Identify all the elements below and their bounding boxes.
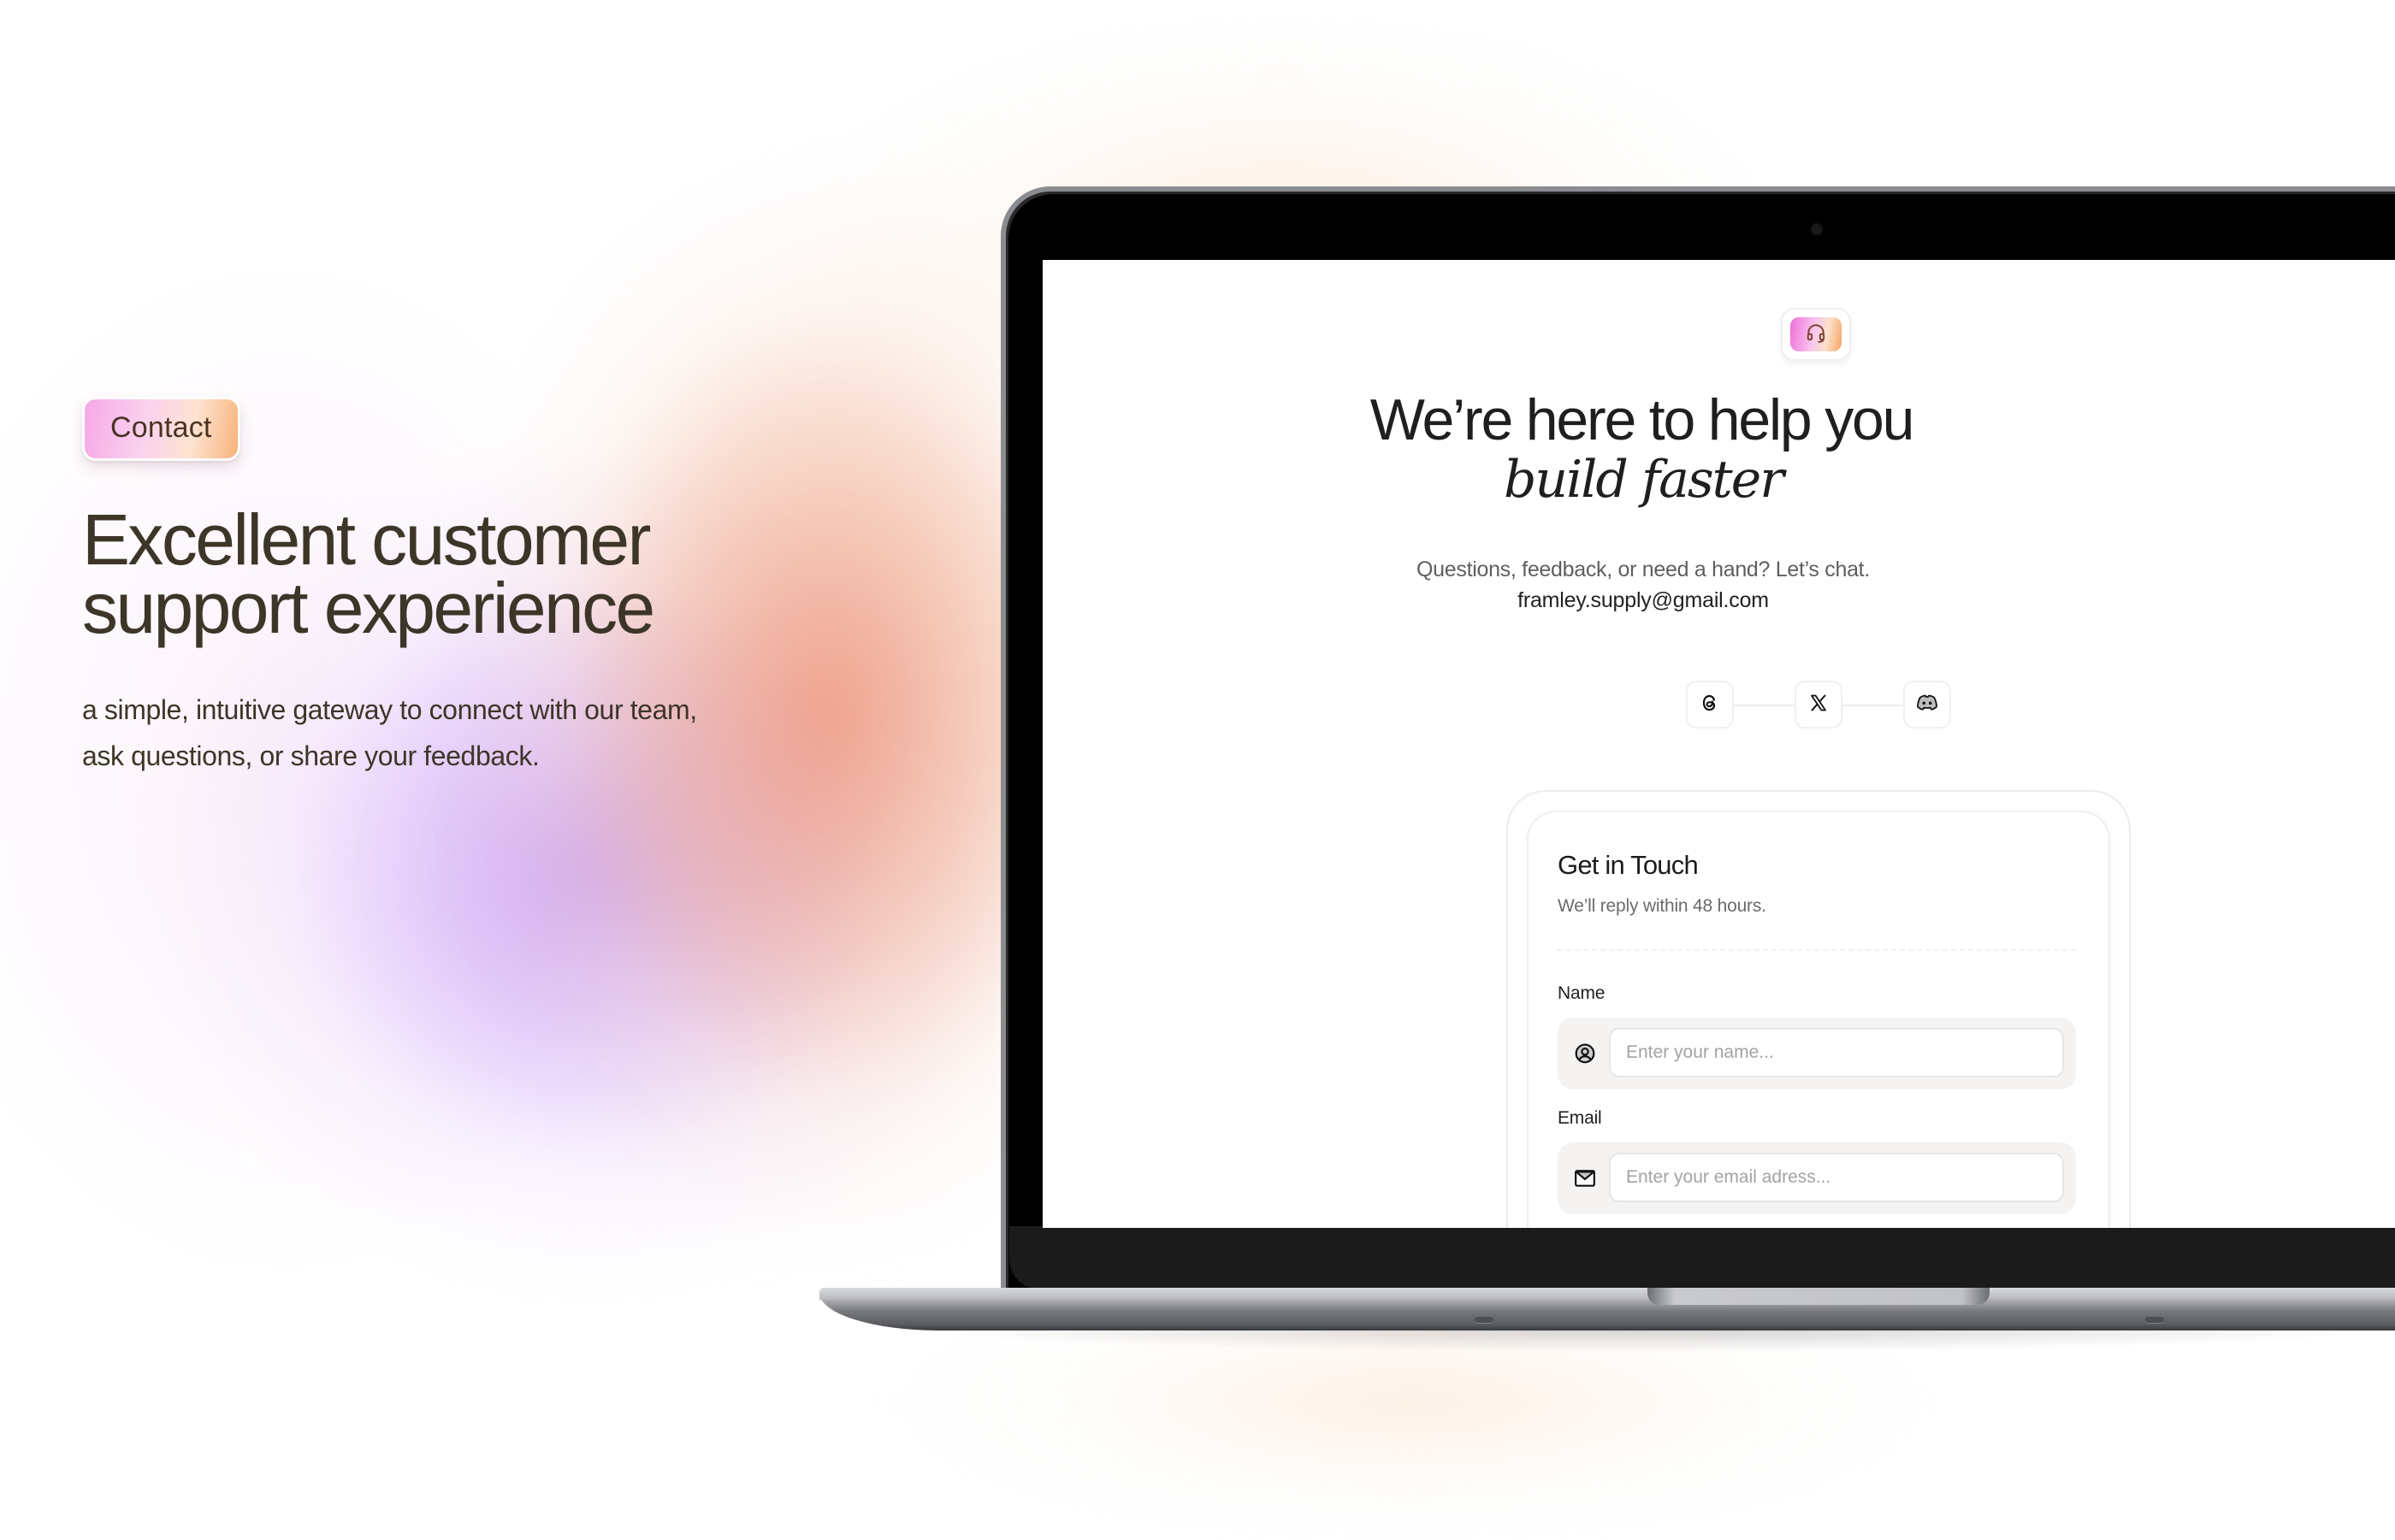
threads-icon [1700, 693, 1720, 717]
social-connector [1840, 705, 1903, 706]
screen-subheadline: Questions, feedback, or need a hand? Let… [1416, 558, 1870, 581]
email-field-group [1558, 1142, 2076, 1214]
email-label: Email [1558, 1108, 1602, 1128]
form-divider [1558, 949, 2076, 951]
mail-icon [1573, 1166, 1597, 1190]
social-connector [1732, 705, 1795, 706]
laptop-hinge-notch [1647, 1288, 1990, 1305]
email-input[interactable] [1609, 1153, 2064, 1202]
contact-badge: Contact [82, 397, 240, 461]
user-circle-icon [1573, 1041, 1597, 1065]
social-links [1686, 681, 1951, 729]
laptop-foot [1475, 1317, 1493, 1323]
discord-button[interactable] [1903, 681, 1951, 729]
discord-icon [1915, 693, 1939, 717]
threads-button[interactable] [1686, 681, 1734, 729]
laptop-screen: We’re here to help you build faster Ques… [1043, 260, 2395, 1228]
x-button[interactable] [1795, 681, 1842, 729]
hero-subtitle: a simple, intuitive gateway to connect w… [82, 687, 852, 779]
laptop-base-edge [819, 1288, 2395, 1300]
laptop-camera [1812, 224, 1822, 234]
laptop-foot [2145, 1317, 2164, 1323]
hero-title-line-2: support experience [82, 568, 655, 648]
hero-subtitle-line-1: a simple, intuitive gateway to connect w… [82, 694, 697, 725]
screen-headline: We’re here to help you [1369, 387, 1915, 452]
name-input[interactable] [1609, 1028, 2064, 1077]
hero-subtitle-line-2: ask questions, or share your feedback. [82, 740, 540, 771]
support-logo [1781, 308, 1851, 361]
laptop-chin [1009, 1226, 2395, 1289]
hero-section: Contact Excellent customer support exper… [82, 397, 852, 779]
form-subtitle: We’ll reply within 48 hours. [1558, 896, 1766, 916]
name-field-group [1558, 1018, 2076, 1089]
form-title: Get in Touch [1558, 850, 1699, 880]
headset-icon [1805, 322, 1827, 348]
x-icon [1808, 693, 1829, 717]
name-label: Name [1558, 983, 1606, 1003]
laptop-shadow [890, 1327, 2395, 1353]
contact-email-link[interactable]: framley.supply@gmail.com [1043, 588, 2244, 613]
screen-headline-italic: build faster [1504, 450, 1784, 510]
hero-title: Excellent customer support experience [82, 504, 852, 644]
